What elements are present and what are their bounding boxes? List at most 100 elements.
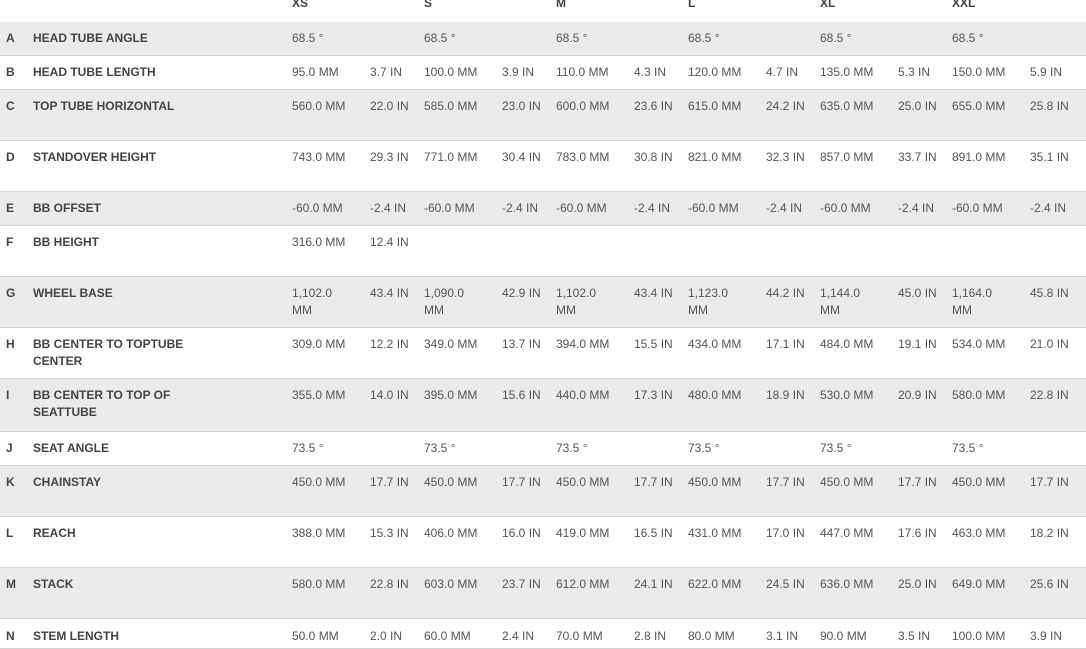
metric-value: 355.0 MM: [292, 388, 346, 402]
table-row: D STANDOVER HEIGHT 743.0 MM 29.3 IN 771.0 MM…: [0, 141, 1086, 192]
metric-value: 1,090.0 MM: [424, 286, 465, 317]
metric-value: 80.0 MM: [688, 629, 735, 643]
table-row: M STACK 580.0 MM 22.8 IN 603.0 MM 23.7 IN 612.…: [0, 568, 1086, 619]
imperial-value: 24.2 IN: [766, 99, 805, 113]
imperial-value: 17.7 IN: [766, 475, 805, 489]
metric-value: -60.0 MM: [424, 201, 475, 215]
imperial-value: 15.6 IN: [502, 388, 541, 402]
imperial-value: 29.3 IN: [370, 150, 409, 164]
row-letter: I: [6, 388, 10, 402]
metric-value: 480.0 MM: [688, 388, 742, 402]
metric-value: 622.0 MM: [688, 577, 742, 591]
metric-value: -60.0 MM: [292, 201, 343, 215]
row-label: STEM LENGTH: [33, 629, 119, 643]
table-row: L REACH 388.0 MM 15.3 IN 406.0 MM 16.0 IN 419.…: [0, 517, 1086, 568]
table-row: C TOP TUBE HORIZONTAL 560.0 MM 22.0 IN 585.0…: [0, 90, 1086, 141]
imperial-value: 32.3 IN: [766, 150, 805, 164]
imperial-value: 23.0 IN: [502, 99, 541, 113]
metric-value: 1,164.0 MM: [952, 286, 993, 317]
size-header: M: [556, 0, 566, 10]
imperial-value: 2.8 IN: [634, 629, 667, 643]
imperial-value: 45.8 IN: [1030, 286, 1069, 300]
metric-value: 50.0 MM: [292, 629, 339, 643]
table-row: H BB CENTER TO TOPTUBE CENTER 309.0 MM 12.2…: [0, 328, 1086, 379]
imperial-value: 17.0 IN: [766, 526, 805, 540]
imperial-value: 22.8 IN: [1030, 388, 1069, 402]
metric-value: -60.0 MM: [556, 201, 607, 215]
metric-value: 419.0 MM: [556, 526, 610, 540]
metric-value: 394.0 MM: [556, 337, 610, 351]
metric-value: 1,102.0 MM: [556, 286, 597, 317]
imperial-value: 17.7 IN: [898, 475, 937, 489]
metric-value: 90.0 MM: [820, 629, 867, 643]
metric-value: 636.0 MM: [820, 577, 874, 591]
metric-value: 1,123.0 MM: [688, 286, 729, 317]
size-header: XXL: [952, 0, 976, 10]
imperial-value: 17.3 IN: [634, 388, 673, 402]
row-label: HEAD TUBE LENGTH: [33, 65, 156, 79]
imperial-value: 3.5 IN: [898, 629, 931, 643]
row-letter: A: [6, 31, 15, 45]
metric-value: 73.5 °: [952, 441, 984, 455]
imperial-value: 17.7 IN: [1030, 475, 1069, 489]
imperial-value: 16.0 IN: [502, 526, 541, 540]
metric-value: 120.0 MM: [688, 65, 742, 79]
metric-value: 1,102.0 MM: [292, 286, 333, 317]
metric-value: 743.0 MM: [292, 150, 346, 164]
imperial-value: 15.3 IN: [370, 526, 409, 540]
metric-value: 431.0 MM: [688, 526, 742, 540]
metric-value: 463.0 MM: [952, 526, 1006, 540]
row-letter: N: [6, 629, 15, 643]
row-label: BB OFFSET: [33, 201, 101, 215]
row-letter: G: [6, 286, 16, 300]
imperial-value: 4.7 IN: [766, 65, 799, 79]
imperial-value: 23.7 IN: [502, 577, 541, 591]
imperial-value: 5.3 IN: [898, 65, 931, 79]
imperial-value: 17.7 IN: [634, 475, 673, 489]
imperial-value: 45.0 IN: [898, 286, 937, 300]
row-letter: F: [6, 235, 14, 249]
metric-value: 450.0 MM: [688, 475, 742, 489]
row-label: CHAINSTAY: [33, 475, 102, 489]
metric-value: 395.0 MM: [424, 388, 478, 402]
table-row: F BB HEIGHT 316.0 MM 12.4 IN: [0, 226, 1086, 277]
metric-value: 580.0 MM: [952, 388, 1006, 402]
metric-value: 60.0 MM: [424, 629, 471, 643]
row-label: STACK: [33, 577, 74, 591]
size-header: S: [424, 0, 433, 10]
metric-value: 68.5 °: [556, 31, 588, 45]
metric-value: 450.0 MM: [556, 475, 610, 489]
imperial-value: 24.1 IN: [634, 577, 673, 591]
imperial-value: 17.6 IN: [898, 526, 937, 540]
metric-value: 388.0 MM: [292, 526, 346, 540]
row-letter: L: [6, 526, 14, 540]
imperial-value: -2.4 IN: [766, 201, 803, 215]
geometry-table: XS S M L XL XXL A HEAD TUBE ANGLE 68.5 ° 68.5 ° 68…: [0, 0, 1086, 649]
table-row: A HEAD TUBE ANGLE 68.5 ° 68.5 ° 68.5 ° 68.5 °…: [0, 22, 1086, 56]
metric-value: 316.0 MM: [292, 235, 346, 249]
imperial-value: 43.4 IN: [634, 286, 673, 300]
imperial-value: 4.3 IN: [634, 65, 667, 79]
imperial-value: 24.5 IN: [766, 577, 805, 591]
imperial-value: 25.0 IN: [898, 99, 937, 113]
table-row: N STEM LENGTH 50.0 MM 2.0 IN 60.0 MM 2.4 IN 70…: [0, 619, 1086, 649]
imperial-value: 22.0 IN: [370, 99, 409, 113]
metric-value: 655.0 MM: [952, 99, 1006, 113]
metric-value: 68.5 °: [292, 31, 324, 45]
metric-value: -60.0 MM: [952, 201, 1003, 215]
imperial-value: 3.1 IN: [766, 629, 799, 643]
table-row: G WHEEL BASE 1,102.0 MM 43.4 IN 1,090.0 MM 42…: [0, 277, 1086, 328]
imperial-value: 17.1 IN: [766, 337, 805, 351]
metric-value: 580.0 MM: [292, 577, 346, 591]
imperial-value: 13.7 IN: [502, 337, 541, 351]
metric-value: 603.0 MM: [424, 577, 478, 591]
imperial-value: -2.4 IN: [898, 201, 935, 215]
metric-value: 447.0 MM: [820, 526, 874, 540]
row-letter: M: [6, 577, 16, 591]
metric-value: 73.5 °: [820, 441, 852, 455]
metric-value: 73.5 °: [556, 441, 588, 455]
metric-value: 68.5 °: [688, 31, 720, 45]
imperial-value: -2.4 IN: [502, 201, 539, 215]
metric-value: 450.0 MM: [292, 475, 346, 489]
row-label: SEAT ANGLE: [33, 441, 110, 455]
